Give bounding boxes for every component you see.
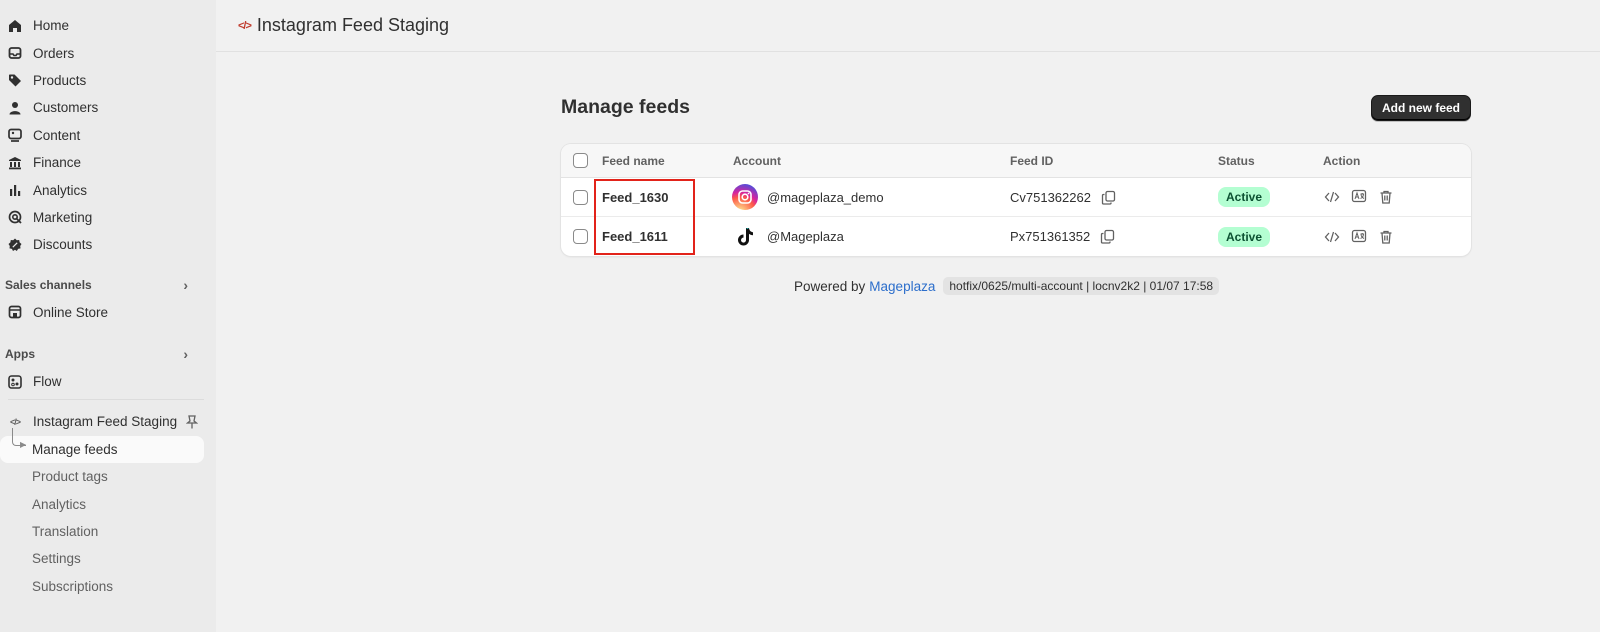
app-name-label: Instagram Feed Staging: [33, 414, 178, 430]
nav-item-online-store[interactable]: Online Store: [0, 299, 208, 326]
nav-item-label: Customers: [33, 100, 99, 116]
discount-icon: [8, 238, 22, 252]
home-icon: [8, 19, 22, 33]
nav-item-label: Analytics: [33, 182, 88, 198]
app-title: Instagram Feed Staging: [256, 15, 450, 35]
copy-icon[interactable]: [1100, 229, 1115, 244]
translate-icon[interactable]: [1351, 229, 1367, 245]
code-icon: </>: [9, 416, 21, 427]
flow-icon: [8, 374, 22, 389]
chevron-right-icon: ›: [183, 345, 188, 362]
sub-item-label: Subscriptions: [32, 578, 114, 594]
sub-item-label: Manage feeds: [32, 441, 118, 457]
bar-chart-icon: [8, 183, 22, 197]
nav-item-home[interactable]: Home: [0, 12, 208, 39]
table-row[interactable]: Feed_1611 @Mageplaza Px751361352 Active: [561, 217, 1471, 256]
nav-item-app-instagram-feed[interactable]: </> Instagram Feed Staging: [0, 408, 208, 435]
mageplaza-link[interactable]: Mageplaza: [869, 279, 935, 294]
status-badge: Active: [1218, 226, 1271, 247]
nav-item-label: Online Store: [33, 304, 109, 320]
nav-item-label: Finance: [33, 155, 82, 171]
sub-item-analytics[interactable]: Analytics: [0, 490, 204, 517]
pin-icon[interactable]: [185, 415, 199, 429]
nav-item-label: Flow: [33, 374, 62, 390]
store-icon: [8, 305, 22, 319]
sub-item-product-tags[interactable]: Product tags: [0, 463, 204, 490]
account-name: @Mageplaza: [767, 229, 844, 244]
feed-name[interactable]: Feed_1630: [602, 178, 669, 216]
embed-code-icon[interactable]: [1324, 229, 1340, 245]
code-icon: </>: [238, 19, 252, 32]
table-header: Feed name Account Feed ID Status Action: [561, 144, 1471, 178]
embed-code-icon[interactable]: [1324, 189, 1340, 205]
header-action: Action: [1323, 153, 1361, 168]
header-account: Account: [733, 153, 781, 168]
nav-item-orders[interactable]: Orders: [0, 39, 208, 66]
sales-channels-header[interactable]: Sales channels ›: [0, 271, 216, 299]
app-title-bar: </> Instagram Feed Staging: [216, 0, 1600, 52]
arrow-right-icon: ▶: [20, 440, 27, 449]
feed-name[interactable]: Feed_1611: [602, 217, 668, 256]
person-icon: [8, 101, 22, 115]
nav-item-label: Products: [33, 72, 87, 88]
chevron-right-icon: ›: [183, 276, 188, 293]
translate-icon[interactable]: [1351, 189, 1367, 205]
table-row[interactable]: Feed_1630 @mageplaza_demo Cv751362262 Ac…: [561, 178, 1471, 217]
sidebar-divider: [8, 399, 204, 401]
feeds-table: Feed name Account Feed ID Status Action …: [561, 144, 1471, 256]
copy-icon[interactable]: [1101, 190, 1116, 205]
status-badge: Active: [1218, 187, 1271, 207]
nav-item-label: Marketing: [33, 209, 93, 225]
nav-item-content[interactable]: Content: [0, 122, 208, 149]
nav-item-label: Orders: [33, 45, 75, 61]
sub-item-translation[interactable]: Translation: [0, 518, 204, 545]
row-checkbox[interactable]: [573, 229, 588, 244]
footer: Powered by Mageplaza hotfix/0625/multi-a…: [794, 277, 1220, 295]
header-feed-id: Feed ID: [1010, 153, 1054, 168]
sub-item-label: Analytics: [32, 496, 87, 512]
feed-id: Cv751362262: [1010, 189, 1091, 205]
instagram-icon: [732, 184, 758, 210]
nav-item-marketing[interactable]: Marketing: [0, 204, 208, 231]
nav-item-discounts[interactable]: Discounts: [0, 231, 208, 258]
sub-item-label: Settings: [32, 551, 81, 567]
feed-id: Px751361352: [1010, 229, 1091, 244]
sub-item-subscriptions[interactable]: Subscriptions: [0, 573, 204, 600]
apps-header[interactable]: Apps ›: [0, 340, 216, 368]
bank-icon: [8, 156, 22, 170]
nav-item-label: Home: [33, 18, 70, 34]
account-name: @mageplaza_demo: [767, 189, 884, 205]
sub-item-label: Product tags: [32, 469, 108, 485]
inbox-icon: [8, 46, 22, 60]
tiktok-icon: [732, 224, 758, 250]
image-icon: [8, 128, 22, 143]
nav-item-flow[interactable]: Flow: [0, 368, 208, 395]
nav-item-finance[interactable]: Finance: [0, 149, 208, 176]
tag-icon: [8, 73, 22, 87]
nav-item-products[interactable]: Products: [0, 67, 208, 94]
delete-icon[interactable]: [1378, 189, 1394, 205]
header-feed-name[interactable]: Feed name: [602, 144, 665, 177]
powered-by-text: Powered by: [794, 278, 866, 294]
version-tag: hotfix/0625/multi-account | locnv2k2 | 0…: [943, 277, 1220, 295]
add-new-feed-button[interactable]: Add new feed: [1371, 95, 1471, 121]
nav-item-label: Content: [33, 127, 81, 143]
sub-item-manage-feeds[interactable]: Manage feeds: [0, 435, 204, 464]
apps-label: Apps: [5, 346, 35, 361]
header-status: Status: [1218, 153, 1255, 168]
nav-item-analytics[interactable]: Analytics: [0, 176, 208, 203]
select-all-checkbox[interactable]: [573, 153, 588, 168]
nav-item-customers[interactable]: Customers: [0, 94, 208, 121]
page-title: Manage feeds: [561, 96, 690, 118]
row-checkbox[interactable]: [573, 189, 588, 205]
delete-icon[interactable]: [1378, 229, 1394, 245]
target-icon: [8, 210, 22, 225]
sales-channels-label: Sales channels: [5, 277, 92, 292]
sub-item-label: Translation: [32, 524, 99, 540]
sub-item-settings[interactable]: Settings: [0, 545, 204, 572]
nav-item-label: Discounts: [33, 237, 93, 253]
sidebar: Home Orders Products Customers Content F…: [0, 0, 216, 632]
